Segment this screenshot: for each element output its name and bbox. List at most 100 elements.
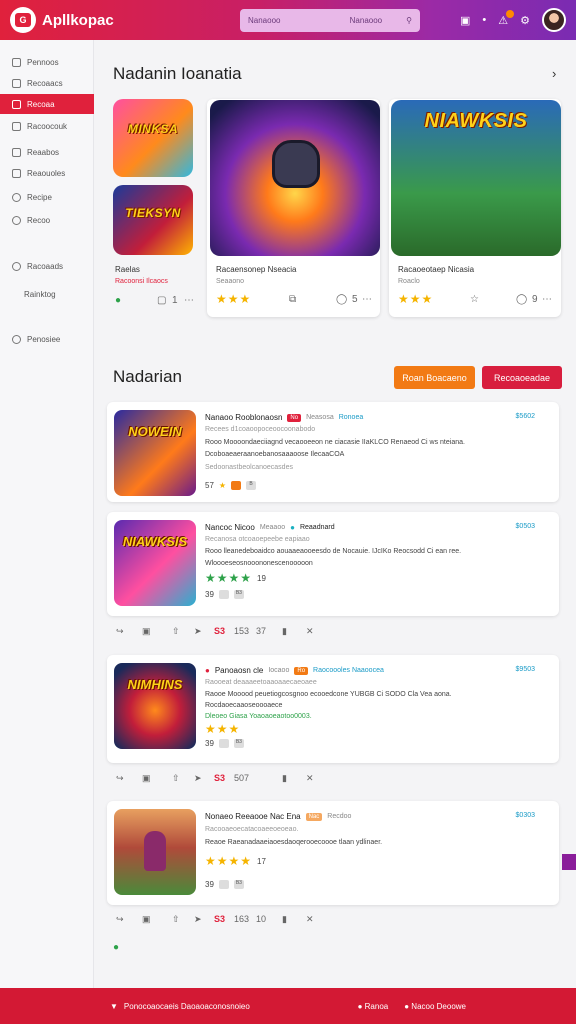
list-item-price: $9503	[515, 666, 535, 673]
more-icon[interactable]: ⋯	[362, 294, 372, 305]
sidebar-item-7[interactable]: Recipe	[0, 187, 94, 207]
apps-icon[interactable]: ▣	[460, 14, 470, 27]
rating-stars: ★★★★	[205, 571, 253, 585]
footer-link-2[interactable]: ● Nacoo Deoowe	[404, 1002, 466, 1011]
card-count: 5	[352, 294, 358, 305]
forward-icon[interactable]: ➤	[194, 914, 202, 925]
list-item-title-row: ● Panoaosn cle Iocaoo Ro Raocoooles Naao…	[205, 666, 384, 675]
search-input[interactable]: Nanaooo Nanaooo ⚲	[240, 9, 420, 32]
reply-icon[interactable]: ↪	[116, 914, 124, 925]
sidebar-item-6[interactable]: Reaouoles	[0, 163, 94, 183]
favorite-icon[interactable]: ☆	[470, 294, 479, 305]
reply-icon[interactable]: ↪	[116, 626, 124, 637]
list-item-price: $0503	[515, 523, 535, 530]
action-count: 153	[234, 626, 250, 636]
reply-icon[interactable]: ↪	[116, 773, 124, 784]
meta-chip: B3	[233, 880, 244, 889]
list-item-line: Raooeat deaaaeetoaaoaaecaeoaee	[205, 679, 317, 686]
list-item[interactable]: Nonaeo Reeaooe Nac Ena Nac Recdoo $0303 …	[107, 801, 559, 905]
app-logo[interactable]: G	[10, 7, 36, 33]
sidebar-item-8[interactable]: Recoo	[0, 210, 94, 230]
list-item[interactable]: NIMHINS ● Panoaosn cle Iocaoo Ro Raocooo…	[107, 655, 559, 763]
badge-icon	[218, 880, 229, 889]
card-count: 1	[172, 295, 178, 306]
sidebar-item-11[interactable]: Penosiee	[0, 329, 94, 349]
list-item-title-row: Nanaoo Rooblonaosn No Neasosa Ronoea	[205, 413, 363, 422]
calendar-icon	[12, 147, 21, 157]
search-scope: Nanaooo	[349, 16, 383, 25]
list-item-meta: 39 B3	[205, 880, 244, 889]
info-icon	[12, 215, 21, 225]
sidebar-item-9[interactable]: Racoaads	[0, 256, 94, 276]
primary-action-button[interactable]: Roan Boacaeno	[394, 366, 475, 389]
more-icon[interactable]: ⋯	[542, 294, 552, 305]
list-item-description: Raooe Mooood peuetiogcosgnoo ecooedcone …	[205, 691, 452, 698]
list-item-title: Nancoc Nicoo	[205, 523, 255, 532]
sidebar-item-1[interactable]: Pennoos	[0, 52, 94, 72]
list-item[interactable]: NOWEIN Nanaoo Rooblonaosn No Neasosa Ron…	[107, 402, 559, 502]
footer-link-label: Ranoa	[364, 1001, 389, 1011]
more-icon[interactable]: ⋯	[184, 295, 194, 306]
chevron-right-icon[interactable]: ›	[552, 66, 556, 81]
comment-icon[interactable]: ◯	[336, 294, 347, 305]
bookmark-icon[interactable]: ⧉	[289, 294, 296, 305]
chat-icon	[12, 261, 21, 271]
card-subtitle: Roaclo	[398, 278, 420, 285]
list-icon	[12, 121, 21, 131]
sidebar-item-2[interactable]: Recoaacs	[0, 73, 94, 93]
list-item-line: Wloooeseosnooononescenooooon	[205, 560, 313, 567]
close-icon[interactable]: ✕	[306, 914, 314, 925]
notifications-icon[interactable]: ⚠	[498, 9, 515, 27]
list-item-line: Recees d1coaoopoceoocoonabodo	[205, 426, 316, 433]
image-icon[interactable]: ▣	[142, 773, 151, 784]
list-item-thumbnail: NIAWKSIS	[114, 520, 196, 606]
share-icon[interactable]: ▢	[157, 295, 166, 306]
sidebar-item-label: Penosiee	[27, 334, 61, 344]
footer-text: Ponocoaocaeis Daoaoaconosnoieo	[123, 1001, 250, 1011]
action-count: 37	[256, 626, 267, 636]
settings-gear-icon[interactable]: ⚙	[520, 14, 530, 27]
up-icon[interactable]: ⇧	[172, 626, 180, 637]
list-item-rating: ★★★★ 19	[205, 571, 266, 585]
list-item-thumbnail	[114, 809, 196, 895]
comment-icon[interactable]: ◯	[516, 294, 527, 305]
list-item-title: Nonaeo Reeaooe Nac Ena	[205, 812, 301, 821]
list-item-description: Rooo lleanedeboaidco aouaaeaooeesdo de N…	[205, 548, 462, 555]
side-drawer-tab[interactable]	[562, 854, 576, 870]
flag-icon[interactable]: ▮	[282, 773, 287, 784]
secondary-action-button[interactable]: Recoaoeadae	[482, 366, 562, 389]
sidebar-item-10[interactable]: Rainktog	[0, 284, 94, 304]
flag-icon[interactable]: ▮	[282, 914, 287, 925]
image-icon[interactable]: ▣	[142, 914, 151, 925]
list-item-description: Rooo Moooondaeciiagnd vecaooeeon ne ciac…	[205, 439, 465, 446]
list-item[interactable]: NIAWKSIS Nancoc Nicoo Meaaoo ● Reaadnard…	[107, 512, 559, 616]
sidebar-item-5[interactable]: Reaabos	[0, 142, 94, 162]
card-title: Raelas	[115, 265, 140, 274]
status-dot-icon: ●	[205, 666, 210, 675]
sidebar-item-label: Racoocouk	[27, 121, 68, 131]
dot-icon: •	[482, 14, 487, 26]
game-tile-1[interactable]: MINKSA	[113, 99, 193, 177]
star-icon: ★	[218, 481, 227, 490]
search-icon[interactable]: ⚲	[406, 16, 412, 25]
forward-icon[interactable]: ➤	[194, 773, 202, 784]
image-icon[interactable]: ▣	[142, 626, 151, 637]
close-icon[interactable]: ✕	[306, 626, 314, 637]
footer-link-1[interactable]: ● Ranoa	[358, 1002, 389, 1011]
thumbnail-art-title: NIAWKSIS	[122, 534, 188, 549]
robot-head-art	[272, 140, 320, 188]
up-icon[interactable]: ⇧	[172, 914, 180, 925]
user-avatar[interactable]	[542, 8, 566, 32]
app-title: Apllkopac	[42, 11, 114, 29]
game-tile-2[interactable]: TIEKSYN	[113, 185, 193, 255]
list-item-title-row: Nonaeo Reeaooe Nac Ena Nac Recdoo	[205, 812, 351, 821]
forward-icon[interactable]: ➤	[194, 626, 202, 637]
rating-count: 19	[257, 573, 266, 583]
sidebar-item-4[interactable]: Racoocouk	[0, 116, 94, 136]
tile-art-title: TIEKSYN	[125, 206, 181, 220]
close-icon[interactable]: ✕	[306, 773, 314, 784]
flag-icon[interactable]: ▮	[282, 626, 287, 637]
up-icon[interactable]: ⇧	[172, 773, 180, 784]
rating-stars: ★★★	[216, 292, 252, 306]
sidebar-item-3-active[interactable]: Recoaa	[0, 94, 94, 114]
